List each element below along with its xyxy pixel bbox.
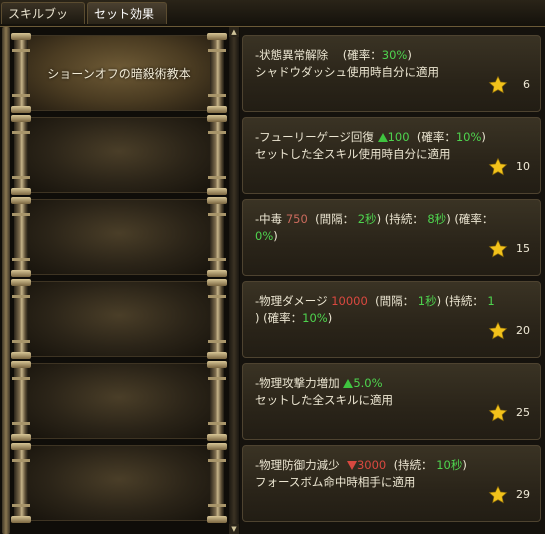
- tab-skillbook[interactable]: スキルブック: [1, 2, 85, 43]
- star-icon: [488, 75, 508, 94]
- effect-description: -物理攻撃力増加 5.0%: [255, 376, 383, 390]
- set-effect-card: -物理防御力減少 3000 (持続： 10秒) フォースボム命中時相手に適用 29: [242, 445, 541, 522]
- book-slot[interactable]: [11, 361, 227, 441]
- effect-description: -物理ダメージ 10000 (間隔： 1秒) (持続： 1秒: [255, 294, 494, 308]
- scrollbar-track[interactable]: [229, 27, 239, 534]
- effect-description: -中毒 750 (間隔： 2秒) (持続： 8秒) (確率：2: [255, 212, 494, 226]
- book-title: [28, 445, 210, 521]
- arrow-up-icon: [343, 379, 354, 388]
- book-title: [28, 363, 210, 439]
- pillar-ornament: [207, 33, 227, 113]
- required-count: 10: [516, 160, 530, 173]
- required-count: 20: [516, 324, 530, 337]
- arrow-down-icon: [346, 461, 357, 470]
- book-title: [28, 281, 210, 357]
- pillar-ornament: [207, 443, 227, 523]
- pillar-ornament: [11, 443, 31, 523]
- set-effect-card: -物理ダメージ 10000 (間隔： 1秒) (持続： 1秒 ) (確率：10%)…: [242, 281, 541, 358]
- book-slot[interactable]: ショーンオフの暗殺術教本: [11, 33, 227, 113]
- set-effect-card: -中毒 750 (間隔： 2秒) (持続： 8秒) (確率：2 0%) 15: [242, 199, 541, 276]
- arrow-up-icon: [377, 133, 388, 142]
- tab-bar: スキルブック セット効果: [0, 0, 545, 43]
- effect-description: -フューリーゲージ回復 100 (確率：10%): [255, 130, 486, 144]
- star-icon: [488, 157, 508, 176]
- required-count: 25: [516, 406, 530, 419]
- book-title: [28, 199, 210, 275]
- effect-condition: シャドウダッシュ使用時自分に適用: [255, 65, 439, 79]
- tab-set-effect[interactable]: セット効果: [87, 2, 167, 24]
- required-count: 15: [516, 242, 530, 255]
- book-slot[interactable]: [11, 443, 227, 523]
- pillar-ornament: [11, 115, 31, 195]
- set-effect-card: -状態異常解除 (確率：30%) シャドウダッシュ使用時自分に適用 6: [242, 35, 541, 112]
- pillar-ornament: [11, 197, 31, 277]
- effect-condition: ) (確率：10%): [255, 311, 333, 325]
- set-effect-list: -状態異常解除 (確率：30%) シャドウダッシュ使用時自分に適用 6 -フューリーゲ…: [240, 27, 545, 534]
- scroll-down-icon[interactable]: ▼: [229, 524, 239, 534]
- scroll-up-icon[interactable]: ▲: [229, 27, 239, 37]
- effect-description: -物理防御力減少 3000 (持続： 10秒): [255, 458, 467, 472]
- effect-condition: セットした全スキルに適用: [255, 393, 393, 407]
- pillar-ornament: [207, 197, 227, 277]
- star-icon: [488, 485, 508, 504]
- pillar-ornament: [11, 361, 31, 441]
- pillar-ornament: [11, 33, 31, 113]
- book-title: ショーンオフの暗殺術教本: [47, 66, 191, 81]
- book-slot[interactable]: [11, 279, 227, 359]
- pillar-ornament: [207, 279, 227, 359]
- star-icon: [488, 321, 508, 340]
- book-slot[interactable]: [11, 197, 227, 277]
- skillbook-slot-list: ▲ ▼ ショーンオフの暗殺術教本: [0, 27, 240, 534]
- required-count: 6: [523, 78, 530, 91]
- effect-description: -状態異常解除 (確率：30%): [255, 48, 412, 62]
- pillar-ornament: [207, 115, 227, 195]
- star-icon: [488, 239, 508, 258]
- set-effect-card: -物理攻撃力増加 5.0% セットした全スキルに適用 25: [242, 363, 541, 440]
- effect-condition: 0%): [255, 229, 278, 243]
- pillar-ornament: [11, 279, 31, 359]
- book-title: [28, 117, 210, 193]
- required-count: 29: [516, 488, 530, 501]
- set-effect-card: -フューリーゲージ回復 100 (確率：10%) セットした全スキル使用時自分に適…: [242, 117, 541, 194]
- star-icon: [488, 403, 508, 422]
- effect-condition: セットした全スキル使用時自分に適用: [255, 147, 451, 161]
- left-frame-rail: [2, 27, 10, 534]
- pillar-ornament: [207, 361, 227, 441]
- book-slot[interactable]: [11, 115, 227, 195]
- effect-condition: フォースボム命中時相手に適用: [255, 475, 416, 489]
